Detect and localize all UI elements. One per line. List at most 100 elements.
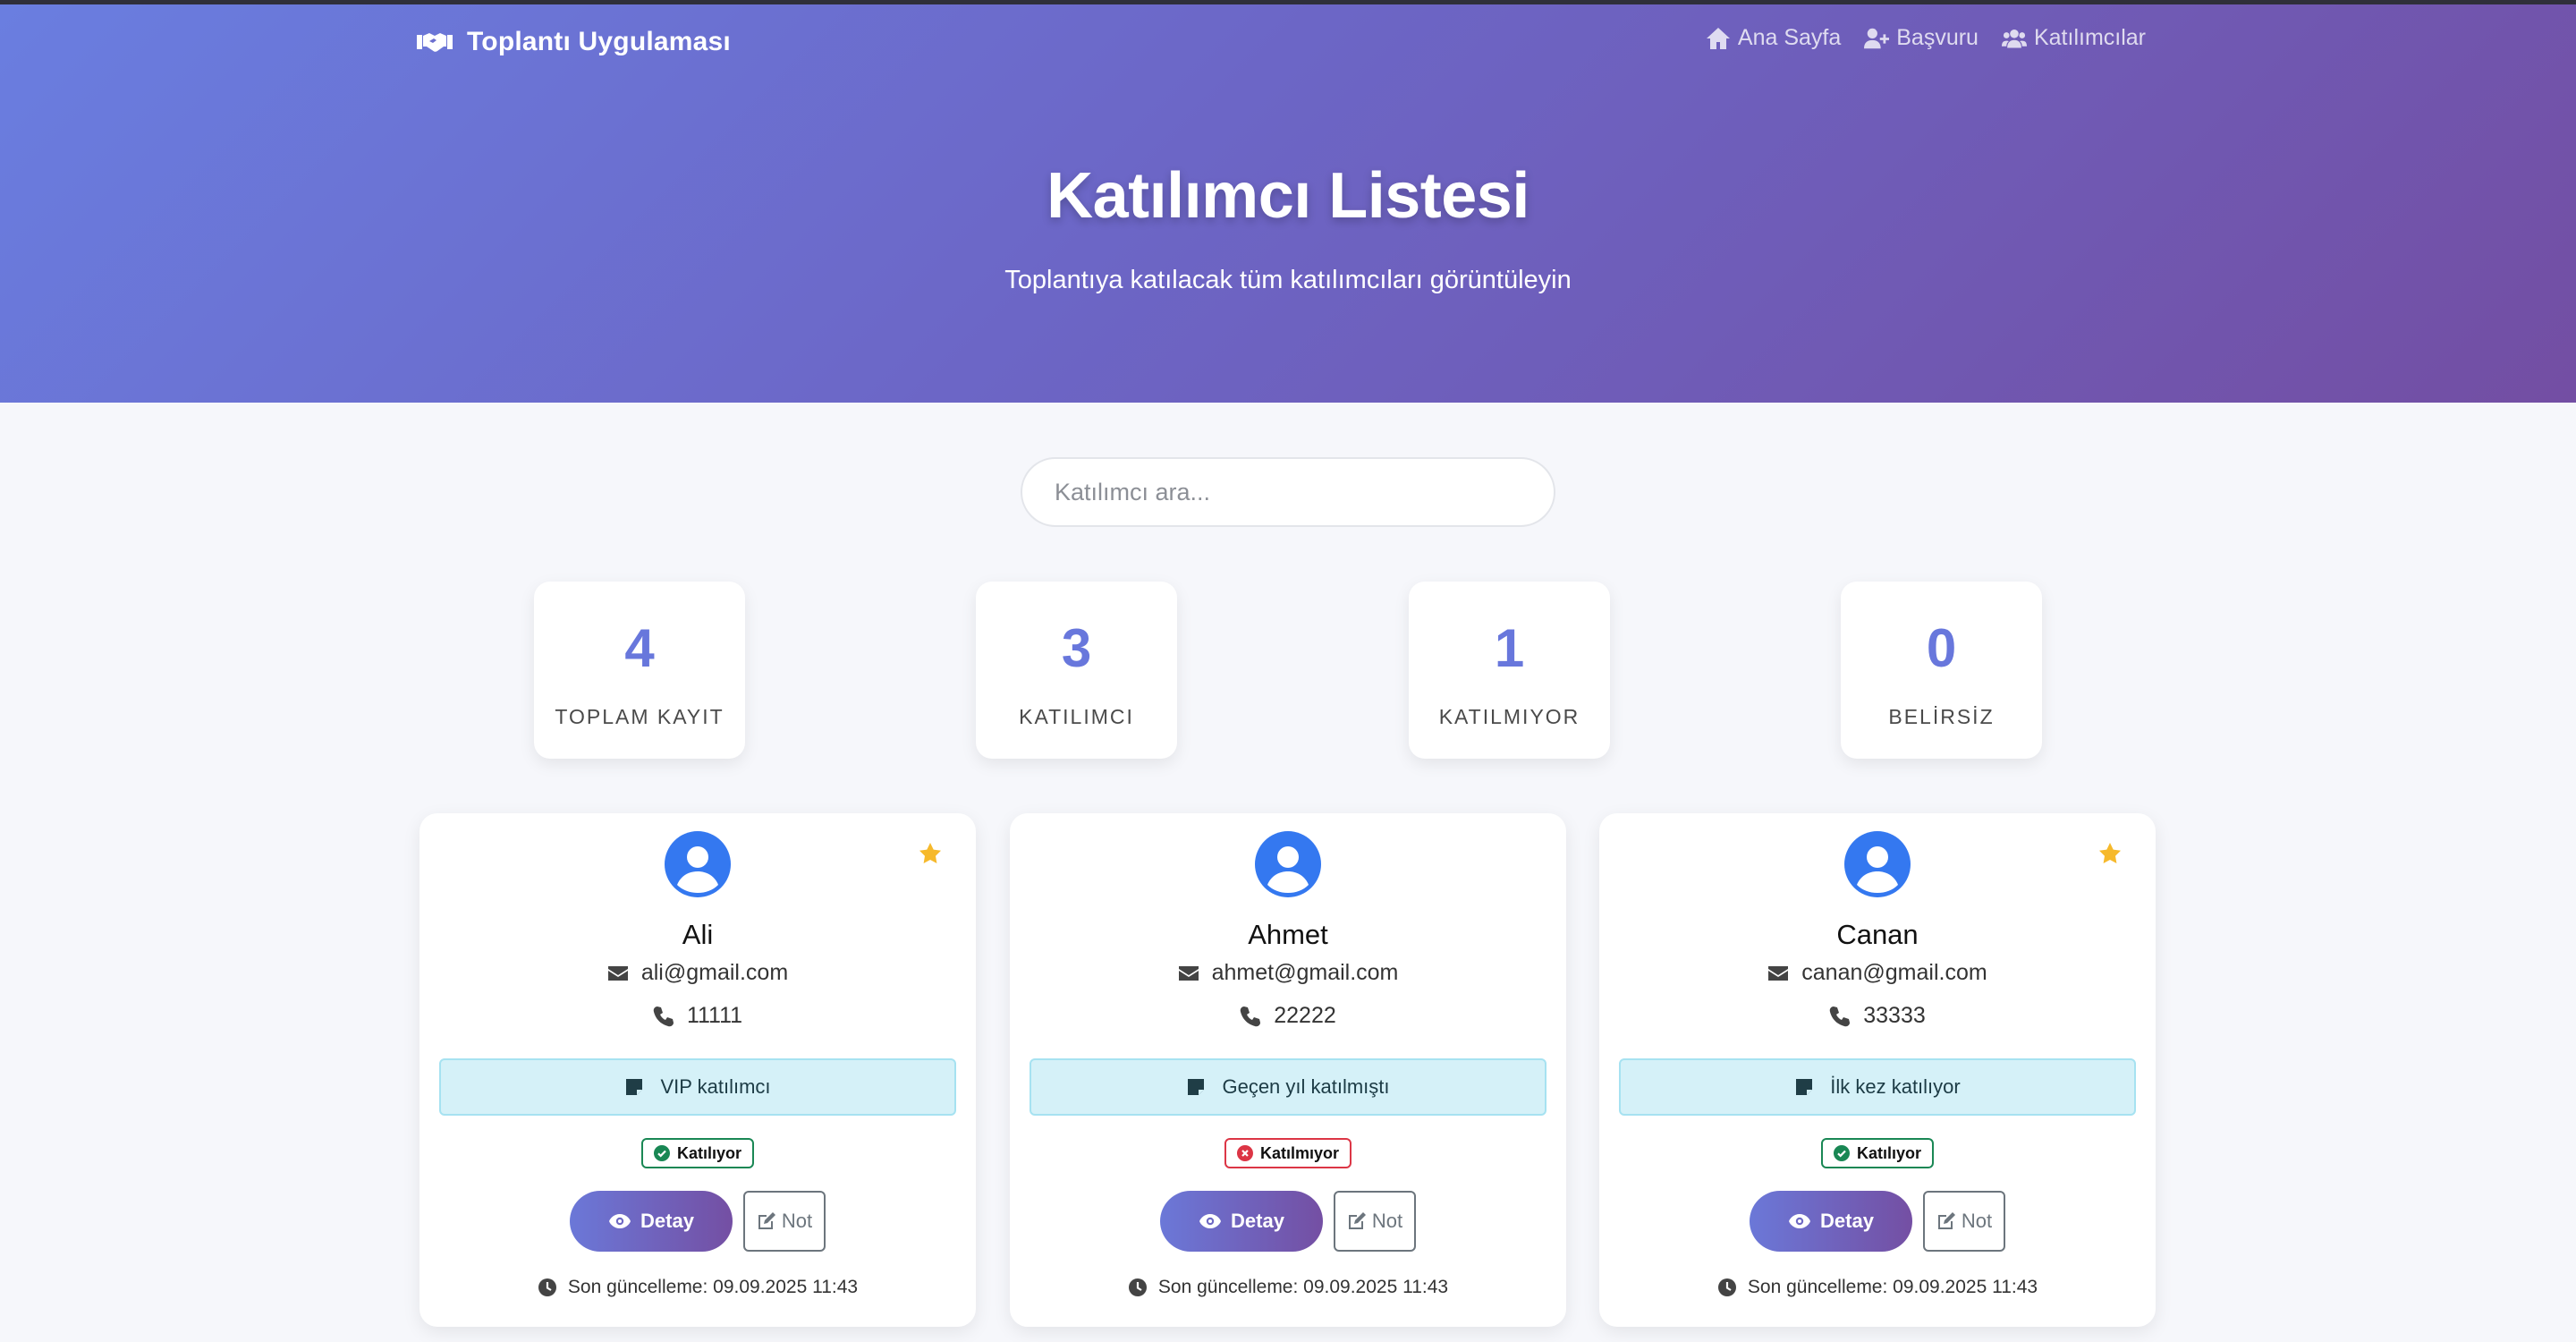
participant-name: Ali [682,919,714,950]
nav-home-label: Ana Sayfa [1737,25,1842,50]
user-avatar-icon [1255,831,1321,897]
detail-button[interactable]: Detay [1750,1191,1912,1252]
participant-email: ali@gmail.com [419,960,976,986]
envelope-icon [1178,965,1199,981]
last-updated-text: Son güncelleme: 09.09.2025 11:43 [1157,1277,1449,1297]
app-title: Toplantı Uygulaması [467,27,731,56]
participant-phone: 11111 [419,1003,976,1029]
status-text: Katılıyor [1856,1143,1922,1162]
stat-not-attending: 1 KATILMIYOR [1409,582,1610,759]
participant-note-text: Geçen yıl katılmıştı [1222,1075,1390,1098]
phone-icon [1240,1006,1261,1026]
clock-icon [538,1278,556,1296]
status-badge: Katılıyor [1820,1138,1935,1168]
participant-phone-text: 33333 [1863,1003,1926,1028]
stat-attending: 3 KATILIMCI [976,582,1177,759]
sticky-note-icon [1796,1079,1813,1095]
participant-email-text: canan@gmail.com [1801,960,1987,985]
participant-email-text: ali@gmail.com [640,960,789,985]
nav-participants[interactable]: Katılımcılar [2001,25,2146,51]
participant-phone-text: 11111 [686,1003,743,1028]
nav-participants-label: Katılımcılar [2033,25,2146,50]
participant-card: Ali ali@gmail.com 11111 VIP katılımcı Ka… [419,813,976,1327]
edit-icon [1348,1212,1366,1229]
page-title: Katılımcı Listesi [1046,160,1530,232]
stat-attending-label: KATILIMCI [1019,705,1134,728]
participant-card: Canan canan@gmail.com 33333 İlk kez katı… [1599,813,2156,1327]
sticky-note-icon [626,1079,643,1095]
stat-attending-value: 3 [1061,618,1092,678]
stat-total: 4 TOPLAM KAYIT [534,582,745,759]
phone-icon [653,1006,674,1026]
status-text: Katılmıyor [1259,1143,1340,1162]
detail-button[interactable]: Detay [1160,1191,1323,1252]
user-plus-icon [1864,28,1890,48]
edit-icon [758,1212,775,1229]
user-avatar-icon [1844,831,1911,897]
participant-note-text: VIP katılımcı [660,1075,771,1098]
note-button-label: Not [1371,1210,1403,1232]
star-icon[interactable] [919,842,942,865]
detail-button-label: Detay [1231,1210,1284,1232]
star-icon[interactable] [2098,842,2122,865]
phone-icon [1829,1006,1851,1026]
clock-icon [1128,1278,1147,1296]
nav-home[interactable]: Ana Sayfa [1706,25,1841,51]
stat-not-attending-value: 1 [1494,618,1525,678]
eye-icon [1789,1214,1811,1228]
check-circle-icon [1833,1145,1850,1161]
top-nav: Ana Sayfa Başvuru Katılımcılar [1706,25,2146,51]
envelope-icon [1768,965,1789,981]
note-button[interactable]: Not [743,1191,826,1252]
clock-icon [1717,1278,1736,1296]
last-updated-text: Son güncelleme: 09.09.2025 11:43 [567,1277,859,1297]
edit-icon [1937,1212,1955,1229]
participant-note: İlk kez katılıyor [1619,1058,2136,1116]
participant-name: Canan [1836,919,1919,950]
stat-total-value: 4 [624,618,655,678]
participant-note: VIP katılımcı [439,1058,956,1116]
user-avatar-icon [665,831,731,897]
participant-email: canan@gmail.com [1599,960,2156,986]
detail-button[interactable]: Detay [570,1191,733,1252]
participant-phone: 33333 [1599,1003,2156,1029]
stat-undecided-value: 0 [1926,618,1957,678]
x-circle-icon [1236,1145,1253,1161]
hero-header: Toplantı Uygulaması Ana Sayfa Başvuru Ka… [0,0,2576,403]
home-icon [1706,27,1730,49]
detail-button-label: Detay [640,1210,694,1232]
participant-note-text: İlk kez katılıyor [1830,1075,1961,1098]
stat-undecided-label: BELİRSİZ [1888,705,1995,728]
participant-email: ahmet@gmail.com [1010,960,1566,986]
note-button[interactable]: Not [1923,1191,2005,1252]
page-subtitle: Toplantıya katılacak tüm katılımcıları g… [1004,266,1572,294]
status-badge: Katılmıyor [1224,1138,1352,1168]
participant-note: Geçen yıl katılmıştı [1030,1058,1546,1116]
stat-not-attending-label: KATILMIYOR [1438,705,1580,728]
last-updated: Son güncelleme: 09.09.2025 11:43 [1010,1277,1566,1298]
participant-name: Ahmet [1248,919,1328,950]
participant-card: Ahmet ahmet@gmail.com 22222 Geçen yıl ka… [1010,813,1566,1327]
users-icon [2001,29,2027,47]
window-top-border [0,0,2576,4]
sticky-note-icon [1188,1079,1205,1095]
participant-phone-text: 22222 [1274,1003,1336,1028]
nav-application-label: Başvuru [1896,25,1979,50]
nav-application[interactable]: Başvuru [1864,25,1979,51]
last-updated-text: Son güncelleme: 09.09.2025 11:43 [1747,1277,2038,1297]
stat-undecided: 0 BELİRSİZ [1841,582,2042,759]
app-brand[interactable]: Toplantı Uygulaması [417,23,731,61]
eye-icon [1199,1214,1222,1228]
status-badge: Katılıyor [640,1138,755,1168]
eye-icon [609,1214,631,1228]
participant-phone: 22222 [1010,1003,1566,1029]
envelope-icon [607,965,628,981]
status-text: Katılıyor [676,1143,742,1162]
last-updated: Son güncelleme: 09.09.2025 11:43 [419,1277,976,1298]
card-actions: Detay Not [419,1191,976,1252]
search-input[interactable] [1021,457,1555,527]
note-button-label: Not [1961,1210,1993,1232]
handshake-icon [417,33,453,52]
note-button[interactable]: Not [1334,1191,1416,1252]
card-actions: Detay Not [1599,1191,2156,1252]
